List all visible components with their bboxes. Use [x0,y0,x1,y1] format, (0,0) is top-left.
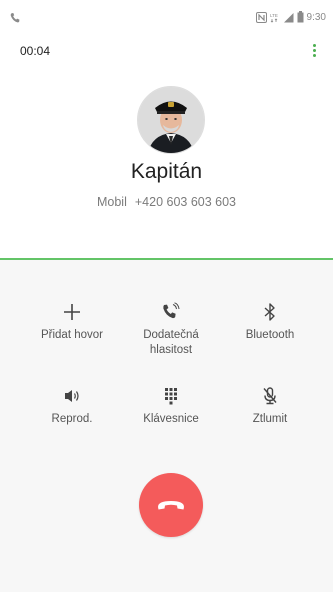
svg-text:LTE: LTE [270,13,278,18]
caller-name: Kapitán [130,160,203,183]
bluetooth-label: Bluetooth [245,329,295,341]
keypad-icon [165,388,177,405]
speaker-label: Reprod. [51,413,93,425]
extra-volume-label: Dodatečná hlasitost [143,329,199,356]
extra-volume-icon [163,302,180,319]
speaker-button[interactable]: Reprod. [22,384,122,427]
status-time: 9:30 [306,11,326,23]
keypad-button[interactable]: Klávesnice [121,384,221,427]
keypad-label: Klávesnice [143,413,199,425]
status-bar: LTE 9:30 [0,0,333,38]
mute-button[interactable]: Ztlumit [220,384,320,427]
more-options-icon[interactable] [309,44,319,60]
lte-icon: LTE [270,13,278,23]
end-call-icon [158,501,184,510]
battery-icon [297,11,304,23]
caller-number-line: Mobil +420 603 603 603 [0,195,333,209]
add-call-button[interactable]: Přidat hovor [22,300,122,343]
number-type: Mobil [96,195,127,209]
caller-avatar [137,86,205,154]
call-divider [0,258,333,260]
mute-label: Ztlumit [252,413,288,425]
mute-icon [263,387,277,405]
speaker-icon [65,390,79,402]
extra-volume-button[interactable]: Dodatečná hlasitost [121,300,221,358]
plus-icon [64,304,80,320]
phone-number: +420 603 603 603 [134,195,237,209]
end-call-button[interactable] [139,473,203,537]
bluetooth-icon [264,303,275,321]
status-icons: LTE 9:30 [255,11,326,23]
signal-icon [283,12,294,22]
bluetooth-button[interactable]: Bluetooth [220,300,320,343]
add-call-label: Přidat hovor [40,329,103,341]
nfc-icon [255,11,267,23]
call-icon [10,13,20,23]
call-timer: 00:04 [20,44,51,58]
